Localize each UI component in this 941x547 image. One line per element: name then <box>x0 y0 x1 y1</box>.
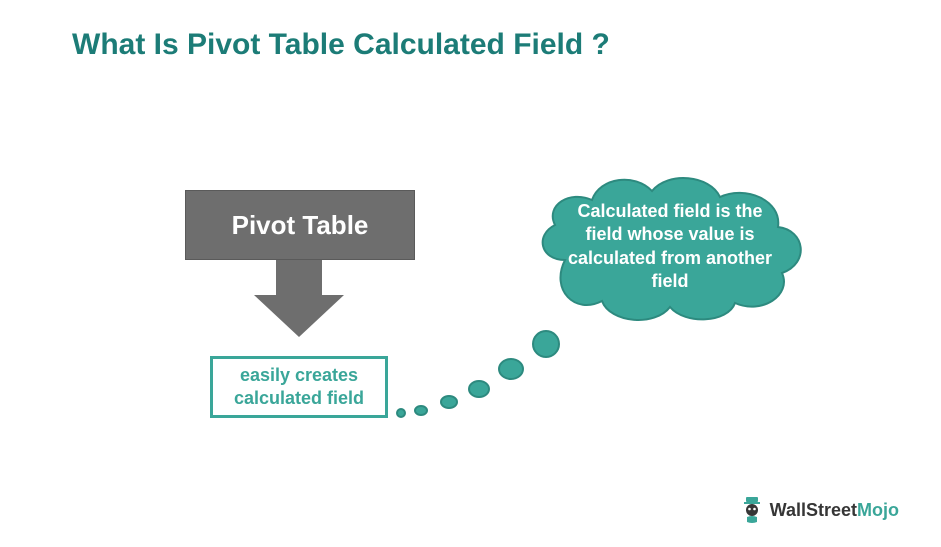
page-title: What Is Pivot Table Calculated Field ? <box>72 28 610 62</box>
logo-text-main: WallStreet <box>770 500 857 520</box>
thought-bubble-icon <box>468 380 490 398</box>
brand-logo: WallStreetMojo <box>740 495 899 525</box>
pivot-table-box: Pivot Table <box>185 190 415 260</box>
arrow-down-icon <box>254 295 344 337</box>
thought-bubble-icon <box>532 330 560 358</box>
arrow-stem <box>276 260 322 296</box>
logo-text: WallStreetMojo <box>770 500 899 521</box>
thought-bubble-icon <box>498 358 524 380</box>
thought-bubble-icon <box>396 408 406 418</box>
cloud-text: Calculated field is the field whose valu… <box>562 200 778 294</box>
thought-bubble-icon <box>414 405 428 416</box>
result-box: easily creates calculated field <box>210 356 388 418</box>
thought-cloud: Calculated field is the field whose valu… <box>520 165 820 330</box>
logo-icon <box>740 495 764 525</box>
logo-text-accent: Mojo <box>857 500 899 520</box>
thought-bubble-icon <box>440 395 458 409</box>
